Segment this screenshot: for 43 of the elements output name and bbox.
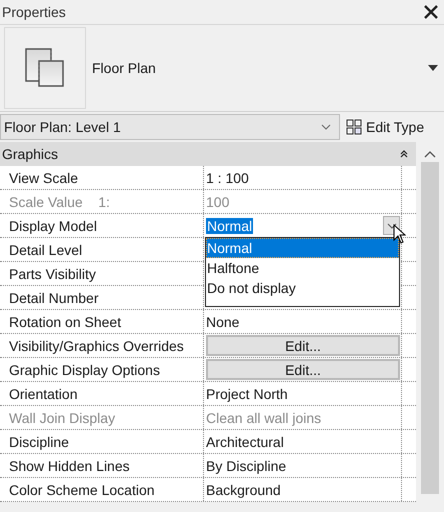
property-value: By Discipline	[206, 458, 286, 474]
property-name: Color Scheme Location	[0, 478, 204, 501]
property-name: Orientation	[0, 382, 204, 405]
dropdown-option[interactable]: Halftone	[206, 258, 399, 278]
collapse-icon[interactable]	[400, 150, 408, 158]
floor-plan-icon	[25, 48, 65, 88]
property-name: Display Model	[0, 214, 204, 237]
combo-field[interactable]: Normal	[206, 214, 400, 236]
property-name: Scale Value 1:	[0, 190, 204, 213]
property-name: Show Hidden Lines	[0, 454, 204, 477]
property-name: Detail Number	[0, 286, 204, 309]
property-value: 1 : 100	[206, 170, 249, 186]
dropdown-option[interactable]: Normal	[206, 238, 399, 258]
property-name: View Scale	[0, 166, 204, 189]
edit-button[interactable]: Edit...	[206, 359, 400, 380]
property-value: Clean all wall joins	[206, 410, 322, 426]
dropdown-option[interactable]: Do not display	[206, 278, 399, 298]
property-value: Background	[206, 482, 281, 498]
chevron-down-icon	[386, 222, 396, 228]
edit-type-button[interactable]: Edit Type	[340, 119, 428, 135]
panel-title: Properties	[2, 4, 66, 20]
section-title: Graphics	[2, 146, 58, 162]
property-name: Visibility/Graphics Overrides	[0, 334, 204, 357]
section-header[interactable]: Graphics	[0, 142, 416, 166]
property-value: Architectural	[206, 434, 284, 450]
type-selector[interactable]: Floor Plan	[0, 25, 444, 112]
close-icon[interactable]	[424, 5, 438, 19]
scroll-up-icon[interactable]	[424, 150, 436, 158]
property-value: 100	[206, 194, 230, 210]
grid-icon	[346, 119, 362, 135]
property-name: Wall Join Display	[0, 406, 204, 429]
instance-selector[interactable]: Floor Plan: Level 1	[0, 114, 340, 140]
property-name: Discipline	[0, 430, 204, 453]
property-name: Parts Visibility	[0, 262, 204, 285]
property-value: Project North	[206, 386, 288, 402]
edit-button[interactable]: Edit...	[206, 335, 400, 356]
chevron-down-icon[interactable]	[321, 124, 331, 130]
property-name: Detail Level	[0, 238, 204, 261]
property-name: Graphic Display Options	[0, 358, 204, 381]
property-value: None	[206, 314, 240, 330]
type-name: Floor Plan	[92, 60, 157, 76]
property-name: Rotation on Sheet	[0, 310, 204, 333]
dropdown-arrow-icon[interactable]	[428, 65, 438, 71]
